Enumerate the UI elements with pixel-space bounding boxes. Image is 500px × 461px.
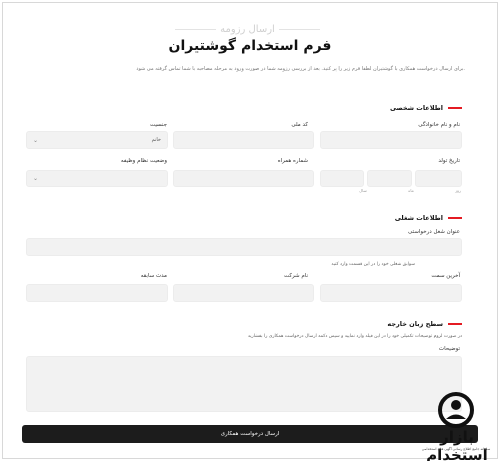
language-hint: در صورت لزوم توضیحات تکمیلی خود را در ای…	[247, 334, 462, 339]
heading-accent	[448, 217, 462, 219]
gender-select[interactable]: ⌄ خانم	[26, 131, 168, 149]
chevron-down-icon: ⌄	[33, 136, 39, 144]
day-sublabel: روز	[455, 188, 461, 193]
duration-input[interactable]	[26, 284, 168, 302]
language-section-heading: سطح زبان خارجه	[387, 320, 462, 328]
gender-label: جنسیت	[149, 122, 167, 128]
chevron-down-icon: ⌄	[33, 175, 39, 182]
phone-input[interactable]	[173, 170, 314, 187]
company-label: نام شرکت	[283, 273, 308, 279]
job-history-hint: سوابق شغلی خود را در این قسمت وارد کنید	[331, 262, 415, 267]
page-subtitle: ارسال رزومه	[220, 23, 275, 35]
position-label: عنوان شغل درخواستی	[407, 229, 460, 235]
gender-select-value: خانم	[151, 137, 161, 143]
personal-heading-text: اطلاعات شخصی	[389, 104, 443, 112]
national-code-label: کد ملی	[291, 122, 308, 128]
last-position-input[interactable]	[320, 284, 462, 302]
military-label: وضعیت نظام وظیفه	[120, 158, 167, 164]
month-sublabel: ماه	[408, 188, 414, 193]
job-heading-text: اطلاعات شغلی	[394, 214, 443, 222]
last-position-label: آخرین سمت	[431, 273, 460, 279]
job-section-heading: اطلاعات شغلی	[395, 214, 462, 222]
notes-label: توضیحات	[438, 346, 460, 352]
year-sublabel: سال	[359, 188, 367, 193]
subtitle-row: ارسال رزومه	[175, 22, 320, 36]
page-title: فرم استخدام گوشتیران	[168, 38, 332, 54]
full-name-label: نام و نام خانوادگی	[418, 122, 460, 128]
national-code-input[interactable]	[173, 131, 314, 149]
company-input[interactable]	[173, 284, 314, 302]
logo-text: بازار استخدام	[426, 428, 488, 461]
birth-date-label: تاریخ تولد	[438, 158, 460, 164]
birth-month-input[interactable]	[367, 170, 412, 187]
position-input[interactable]	[26, 238, 462, 256]
notes-textarea[interactable]	[26, 356, 462, 412]
personal-section-heading: اطلاعات شخصی	[390, 104, 462, 112]
phone-label: شماره همراه	[277, 158, 308, 164]
military-select[interactable]: ⌄	[26, 170, 168, 187]
heading-accent	[448, 323, 462, 325]
intro-text: برای ارسال درخواست همکاری با گوشتیران لط…	[136, 66, 465, 72]
language-heading-text: سطح زبان خارجه	[387, 320, 443, 328]
full-name-input[interactable]	[320, 131, 462, 149]
birth-year-input[interactable]	[320, 170, 364, 187]
heading-accent	[448, 107, 462, 109]
birth-day-input[interactable]	[415, 170, 462, 187]
logo-subtext: سامانه جامع اطلاع رسانی آگهی های استخدام…	[421, 447, 491, 451]
submit-button[interactable]: ارسال درخواست همکاری	[22, 425, 478, 443]
duration-label: مدت سابقه	[140, 273, 167, 279]
